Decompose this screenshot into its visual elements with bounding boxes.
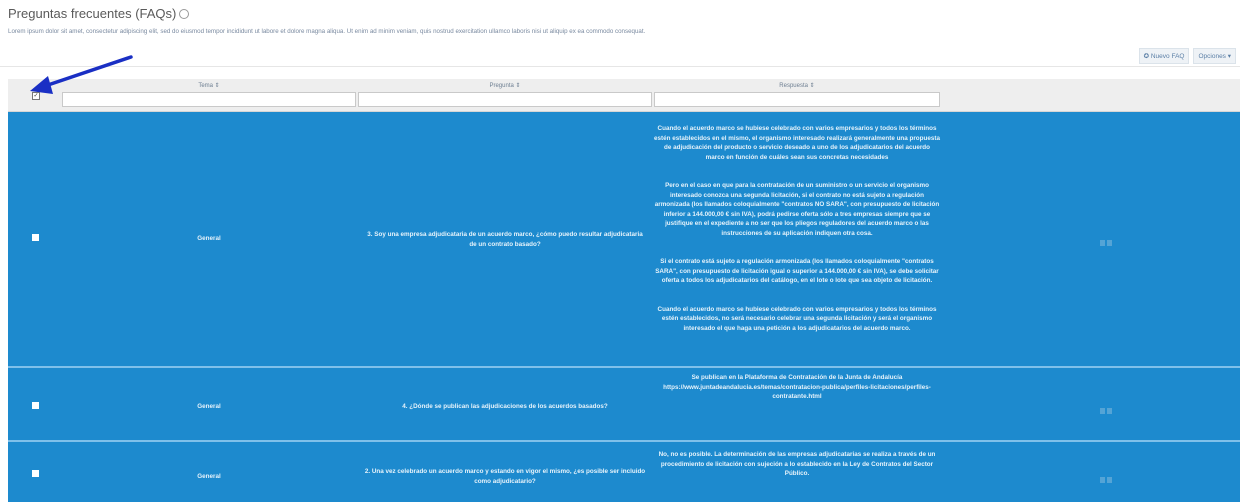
row-checkbox[interactable] <box>32 402 39 409</box>
info-icon[interactable] <box>179 8 190 19</box>
row-actions <box>1100 401 1114 414</box>
delete-icon[interactable] <box>1107 240 1112 246</box>
answer-paragraph: Pero en el caso en que para la contratac… <box>654 182 940 237</box>
cell-respuesta: No, no es posible. La determinación de l… <box>654 450 940 498</box>
filter-respuesta-input[interactable] <box>654 92 940 107</box>
answer-paragraph: Cuando el acuerdo marco se hubiese celeb… <box>657 305 937 332</box>
cell-respuesta: Cuando el acuerdo marco se hubiese celeb… <box>654 124 940 352</box>
options-dropdown-button[interactable]: Opciones ▾ <box>1193 48 1236 64</box>
row-checkbox[interactable] <box>32 470 39 477</box>
delete-icon[interactable] <box>1107 408 1112 414</box>
column-header-respuesta[interactable]: Respuesta ⇕ <box>654 82 940 89</box>
filter-tema-input[interactable] <box>62 92 356 107</box>
edit-icon[interactable] <box>1100 477 1105 483</box>
cell-respuesta: Se publican en la Plataforma de Contrata… <box>654 373 940 421</box>
cell-pregunta: 2. Una vez celebrado un acuerdo marco y … <box>364 468 646 485</box>
cell-tema: General <box>197 235 221 242</box>
table-row[interactable]: General 2. Una vez celebrado un acuerdo … <box>8 442 1240 502</box>
cell-tema: General <box>197 403 221 410</box>
page-title: Preguntas frecuentes (FAQs) <box>8 6 190 21</box>
column-header-pregunta[interactable]: Pregunta ⇕ <box>358 82 652 89</box>
filter-pregunta-input[interactable] <box>358 92 652 107</box>
column-header-tema[interactable]: Tema ⇕ <box>62 82 356 89</box>
row-actions <box>1100 470 1114 483</box>
edit-icon[interactable] <box>1100 408 1105 414</box>
page-title-text: Preguntas frecuentes (FAQs) <box>8 6 177 21</box>
delete-icon[interactable] <box>1107 477 1112 483</box>
select-all-checkbox[interactable]: ✓ <box>32 92 40 100</box>
answer-paragraph: No, no es posible. La determinación de l… <box>658 451 936 477</box>
answer-paragraph: Si el contrato está sujeto a regulación … <box>655 258 939 284</box>
cell-tema: General <box>197 473 221 480</box>
table-header: ✓ Tema ⇕ Pregunta ⇕ Respuesta ⇕ <box>8 79 1240 112</box>
toolbar: ✪ Nuevo FAQ Opciones ▾ <box>1138 48 1236 64</box>
row-actions <box>1100 233 1114 246</box>
table-row[interactable]: General 3. Soy una empresa adjudicataria… <box>8 112 1240 366</box>
table-row[interactable]: General 4. ¿Dónde se publican las adjudi… <box>8 368 1240 440</box>
answer-paragraph: Se publican en la Plataforma de Contrata… <box>663 374 931 400</box>
page-description: Lorem ipsum dolor sit amet, consectetur … <box>8 28 646 35</box>
row-checkbox[interactable] <box>32 234 39 241</box>
divider <box>0 66 1240 67</box>
cell-pregunta: 4. ¿Dónde se publican las adjudicaciones… <box>402 403 608 410</box>
answer-paragraph: Cuando el acuerdo marco se hubiese celeb… <box>654 125 940 161</box>
new-faq-button[interactable]: ✪ Nuevo FAQ <box>1138 48 1190 64</box>
cell-pregunta: 3. Soy una empresa adjudicataria de un a… <box>367 231 643 248</box>
edit-icon[interactable] <box>1100 240 1105 246</box>
